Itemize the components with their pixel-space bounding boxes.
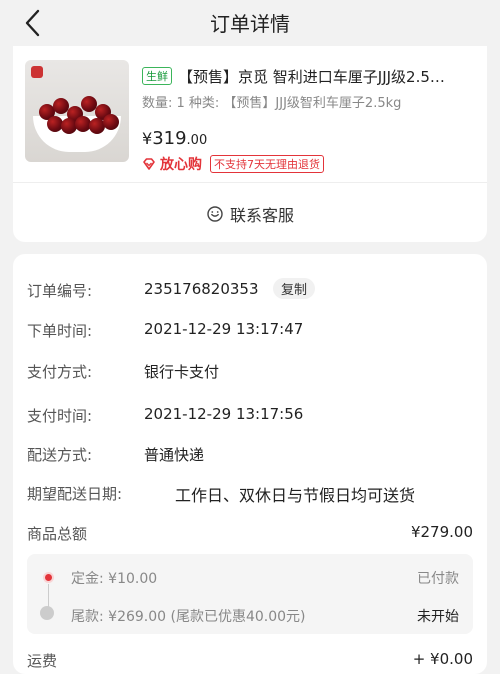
goods-total-value: ¥279.00 (410, 523, 473, 541)
expected-date-value: 工作日、双休日与节假日均可送货 (175, 486, 416, 505)
expected-date-label: 期望配送日期: (27, 485, 123, 503)
shipping-label: 运费 (27, 652, 58, 670)
product-price: ¥319.00 (142, 128, 207, 149)
deposit-label: 定金: ¥10.00 (71, 571, 158, 587)
balance-label: 尾款: ¥269.00 (尾款已优惠40.00元) (71, 609, 306, 625)
order-info-card: 订单编号: 235176820353 复制 下单时间: 2021-12-29 1… (13, 254, 487, 674)
pay-method-value: 银行卡支付 (144, 363, 220, 381)
product-card: 生鲜 【预售】京觅 智利进口车厘子JJJ级2.5… 数量: 1 种类: 【预售】J… (13, 46, 487, 242)
pay-method-label: 支付方式: (27, 363, 93, 381)
price-symbol: ¥ (142, 129, 153, 148)
product-thumbnail[interactable] (25, 60, 129, 162)
order-time-label: 下单时间: (27, 322, 93, 340)
payment-stages: 定金: ¥10.00 已付款 尾款: ¥269.00 (尾款已优惠40.00元)… (27, 554, 473, 634)
product-title[interactable]: 生鲜 【预售】京觅 智利进口车厘子JJJ级2.5… (142, 66, 482, 87)
assurance-label: 放心购 (160, 157, 202, 173)
fresh-tag: 生鲜 (142, 67, 172, 85)
divider (13, 182, 487, 183)
top-bar: 订单详情 (0, 0, 500, 46)
delivery-label: 配送方式: (27, 446, 93, 464)
order-time-value: 2021-12-29 13:17:47 (144, 320, 304, 338)
product-meta: 数量: 1 种类: 【预售】JJJ级智利车厘子2.5kg (142, 96, 402, 111)
contact-service-label: 联系客服 (229, 206, 294, 225)
delivery-value: 普通快递 (144, 446, 205, 464)
price-decimal: .00 (186, 133, 208, 148)
assurance-row: 放心购 不支持7天无理由退货 (142, 154, 324, 174)
goods-total-label: 商品总额 (27, 525, 88, 543)
price-integer: 319 (152, 128, 187, 149)
order-number-label: 订单编号: (27, 282, 93, 300)
stage-connector (48, 584, 49, 608)
no-return-badge: 不支持7天无理由退货 (210, 155, 324, 173)
contact-service-button[interactable]: 联系客服 (13, 202, 487, 226)
page-title: 订单详情 (210, 12, 290, 36)
cherry-shape (103, 114, 119, 130)
balance-status: 未开始 (417, 609, 459, 625)
pay-time-value: 2021-12-29 13:17:56 (144, 405, 304, 423)
copy-button[interactable]: 复制 (273, 278, 316, 299)
pay-time-label: 支付时间: (27, 407, 93, 425)
order-number-value: 235176820353 (144, 280, 259, 298)
stage-dot-pending (40, 606, 54, 620)
diamond-icon (143, 158, 155, 170)
stage-dot-active (43, 572, 54, 583)
store-logo-icon (31, 66, 43, 78)
deposit-status: 已付款 (417, 571, 459, 587)
product-name: 【预售】京觅 智利进口车厘子JJJ级2.5… (178, 68, 445, 86)
chat-smile-icon (207, 206, 223, 222)
shipping-value: + ¥0.00 (412, 650, 473, 668)
